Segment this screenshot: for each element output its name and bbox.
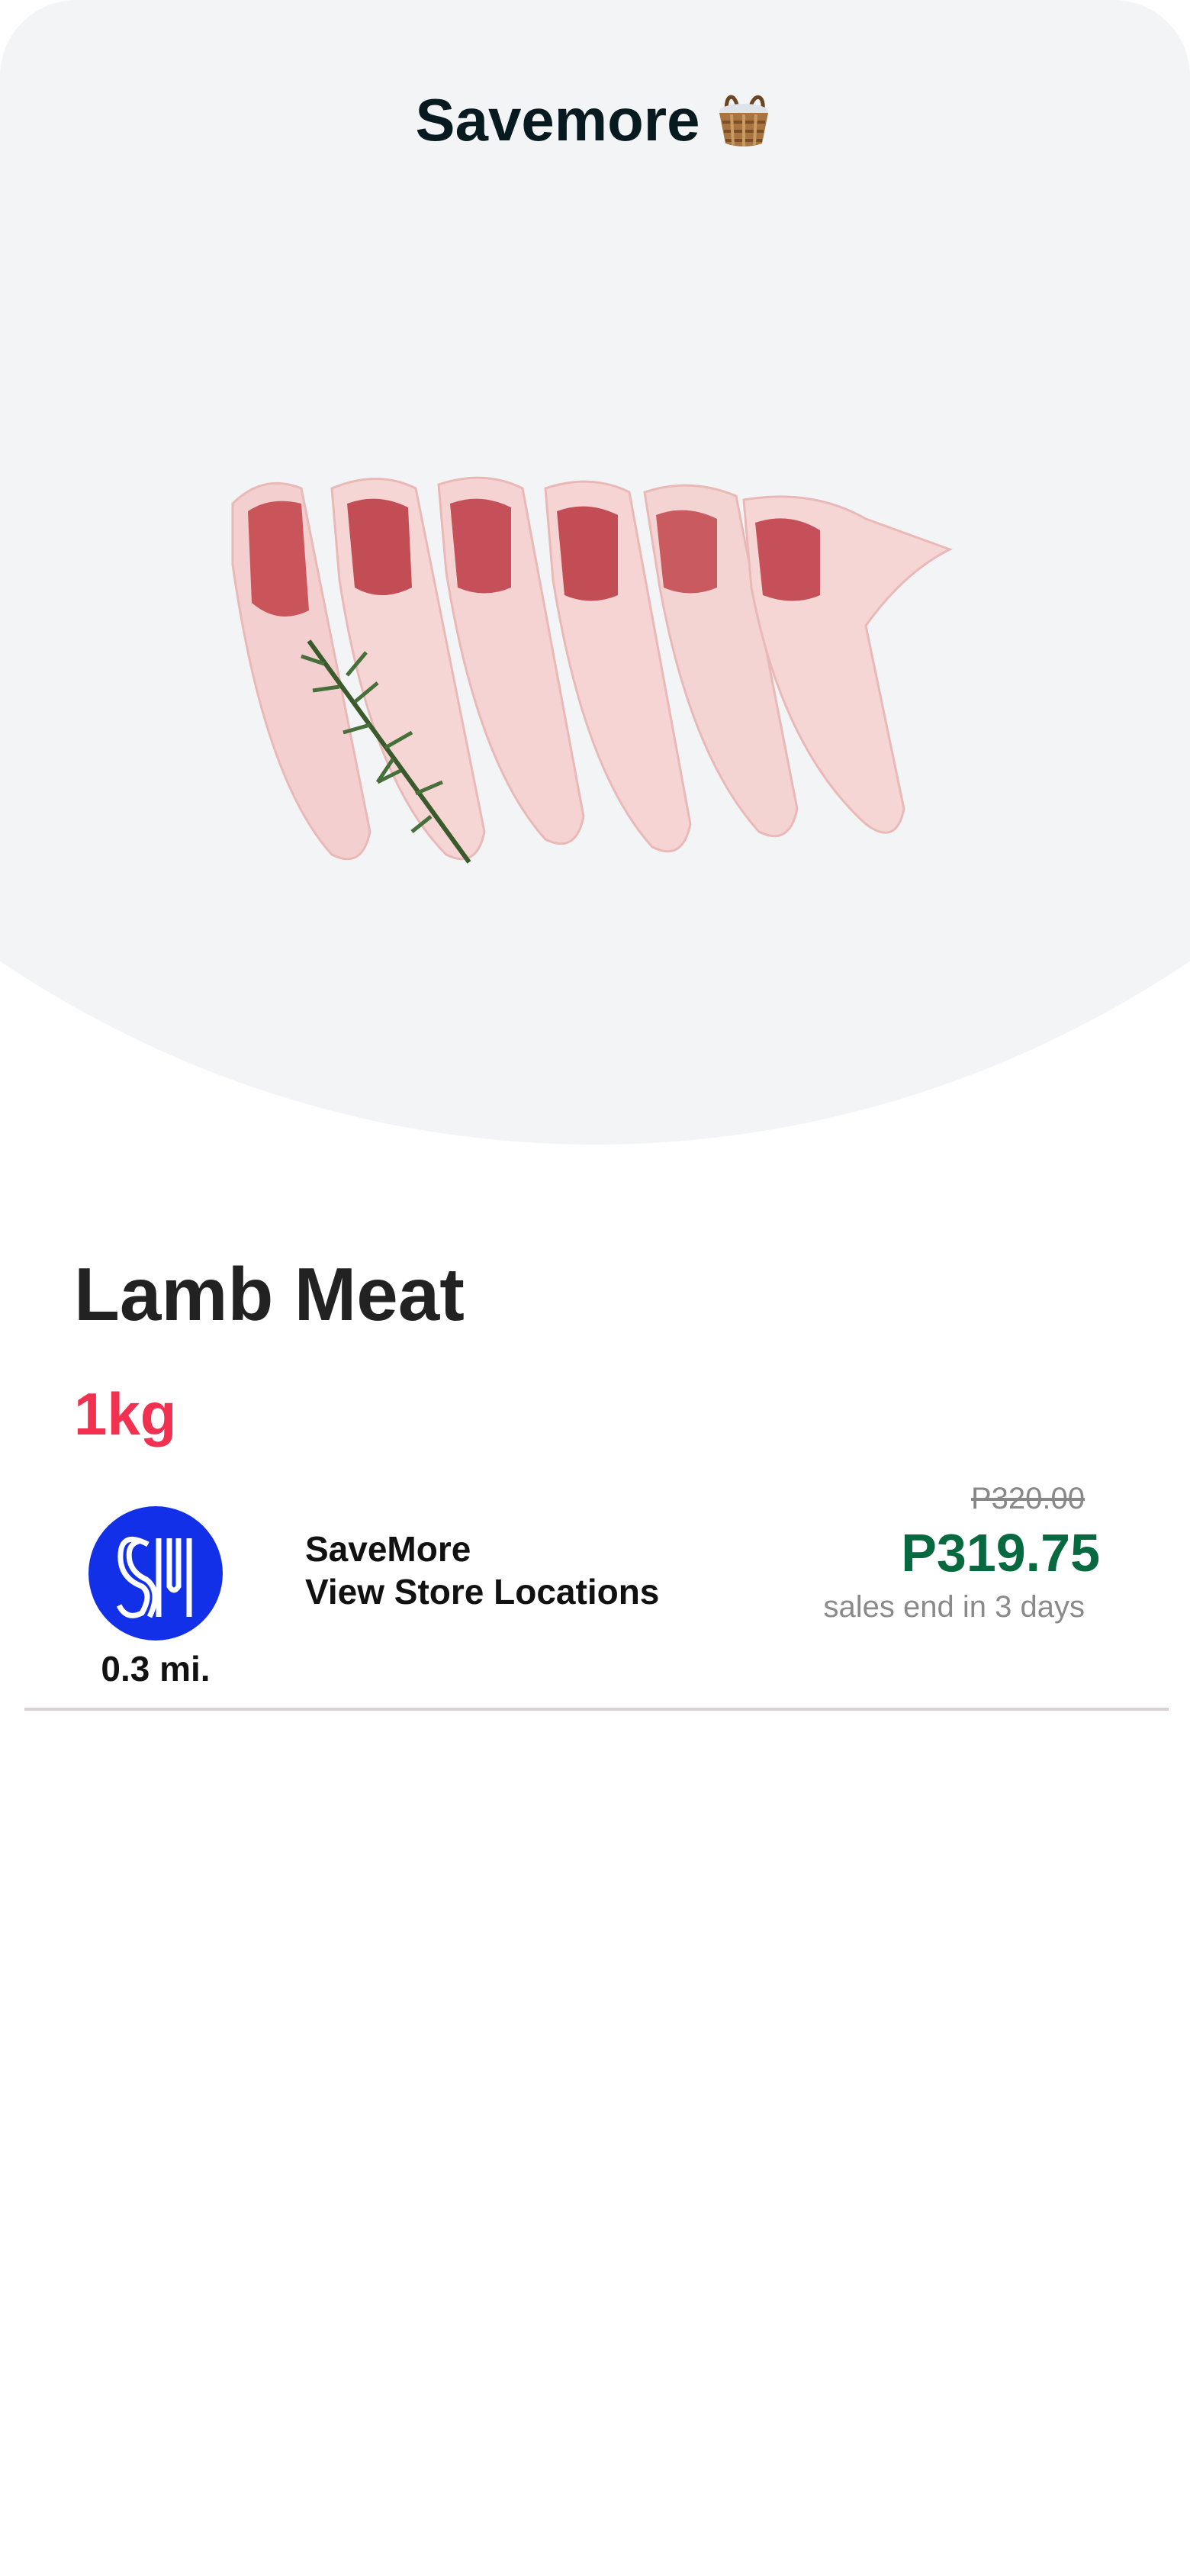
store-info: SaveMore View Store Locations xyxy=(305,1528,659,1613)
title-text: Savemore xyxy=(415,86,700,153)
sm-logo[interactable] xyxy=(88,1506,223,1641)
original-price: P320.00 xyxy=(970,1482,1085,1515)
divider xyxy=(24,1708,1169,1711)
sale-price: P319.75 xyxy=(901,1523,1100,1583)
page-title: Savemore xyxy=(0,85,1190,163)
basket-icon xyxy=(713,87,774,163)
product-quantity: 1kg xyxy=(74,1380,177,1447)
sale-end-note: sales end in 3 days xyxy=(823,1590,1085,1624)
product-name: Lamb Meat xyxy=(74,1252,465,1336)
view-store-locations-link[interactable]: View Store Locations xyxy=(305,1570,659,1613)
lamb-rack-image xyxy=(231,476,953,864)
store-name[interactable]: SaveMore xyxy=(305,1528,659,1570)
product-hero: Savemore xyxy=(0,0,1190,1152)
store-distance: 0.3 mi. xyxy=(101,1649,211,1689)
